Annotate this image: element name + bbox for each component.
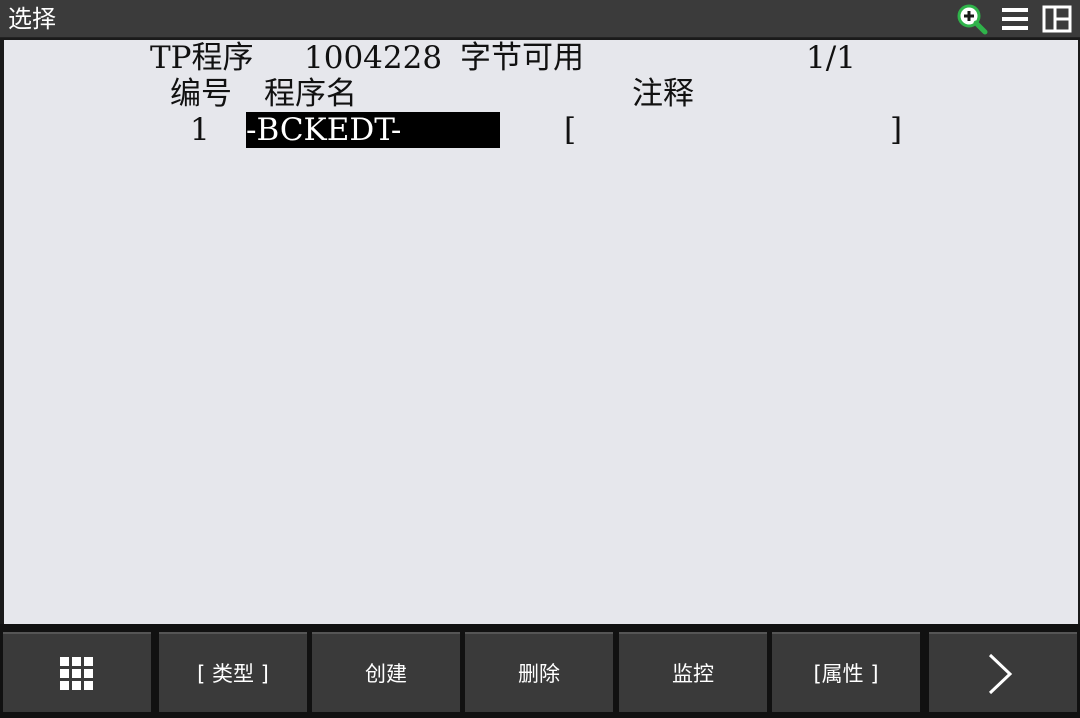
menu-icon[interactable] xyxy=(999,3,1031,35)
comment-open-bracket: [ xyxy=(564,112,577,148)
column-header-number: 编号 xyxy=(170,76,232,112)
attribute-button[interactable]: [属性 ] xyxy=(772,632,920,712)
column-header-name: 程序名 xyxy=(264,76,357,112)
create-button[interactable]: 创建 xyxy=(312,632,460,712)
zoom-in-icon[interactable] xyxy=(956,3,988,35)
title-bar: 选择 xyxy=(0,0,1080,38)
bytes-available-value: 1004228 xyxy=(304,40,443,76)
column-header-comment: 注释 xyxy=(632,76,694,112)
screen-title: 选择 xyxy=(8,5,56,33)
column-header-line: 编号 程序名 注释 xyxy=(4,76,694,112)
layout-icon[interactable] xyxy=(1041,3,1073,35)
program-number: 1 xyxy=(190,112,210,148)
list-item[interactable]: 1 -BCKEDT- [ ] xyxy=(4,112,902,148)
next-page-button[interactable] xyxy=(929,632,1077,712)
grid-menu-button[interactable] xyxy=(3,632,151,712)
program-type-label: TP程序 xyxy=(150,40,254,76)
monitor-button[interactable]: 监控 xyxy=(619,632,767,712)
program-list-panel: TP程序 1004228 字节可用 1/1 编号 程序名 注释 1 -BCKED… xyxy=(4,40,1078,624)
list-header-line: TP程序 1004228 字节可用 1/1 xyxy=(4,40,856,76)
grid-icon xyxy=(60,657,93,690)
chevron-right-icon xyxy=(988,653,1013,695)
comment-close-bracket: ] xyxy=(890,112,903,148)
program-name-selected[interactable]: -BCKEDT- xyxy=(246,112,500,148)
type-button[interactable]: [ 类型 ] xyxy=(159,632,307,712)
page-indicator: 1/1 xyxy=(806,40,856,76)
function-key-bar: [ 类型 ] 创建 删除 监控 [属性 ] xyxy=(0,624,1080,718)
bytes-available-label: 字节可用 xyxy=(460,40,584,76)
tp-screen: 选择 TP程序 1004228 字节可用 1/1 编号 程序名 注释 1 -BC… xyxy=(0,0,1080,718)
delete-button[interactable]: 删除 xyxy=(465,632,613,712)
